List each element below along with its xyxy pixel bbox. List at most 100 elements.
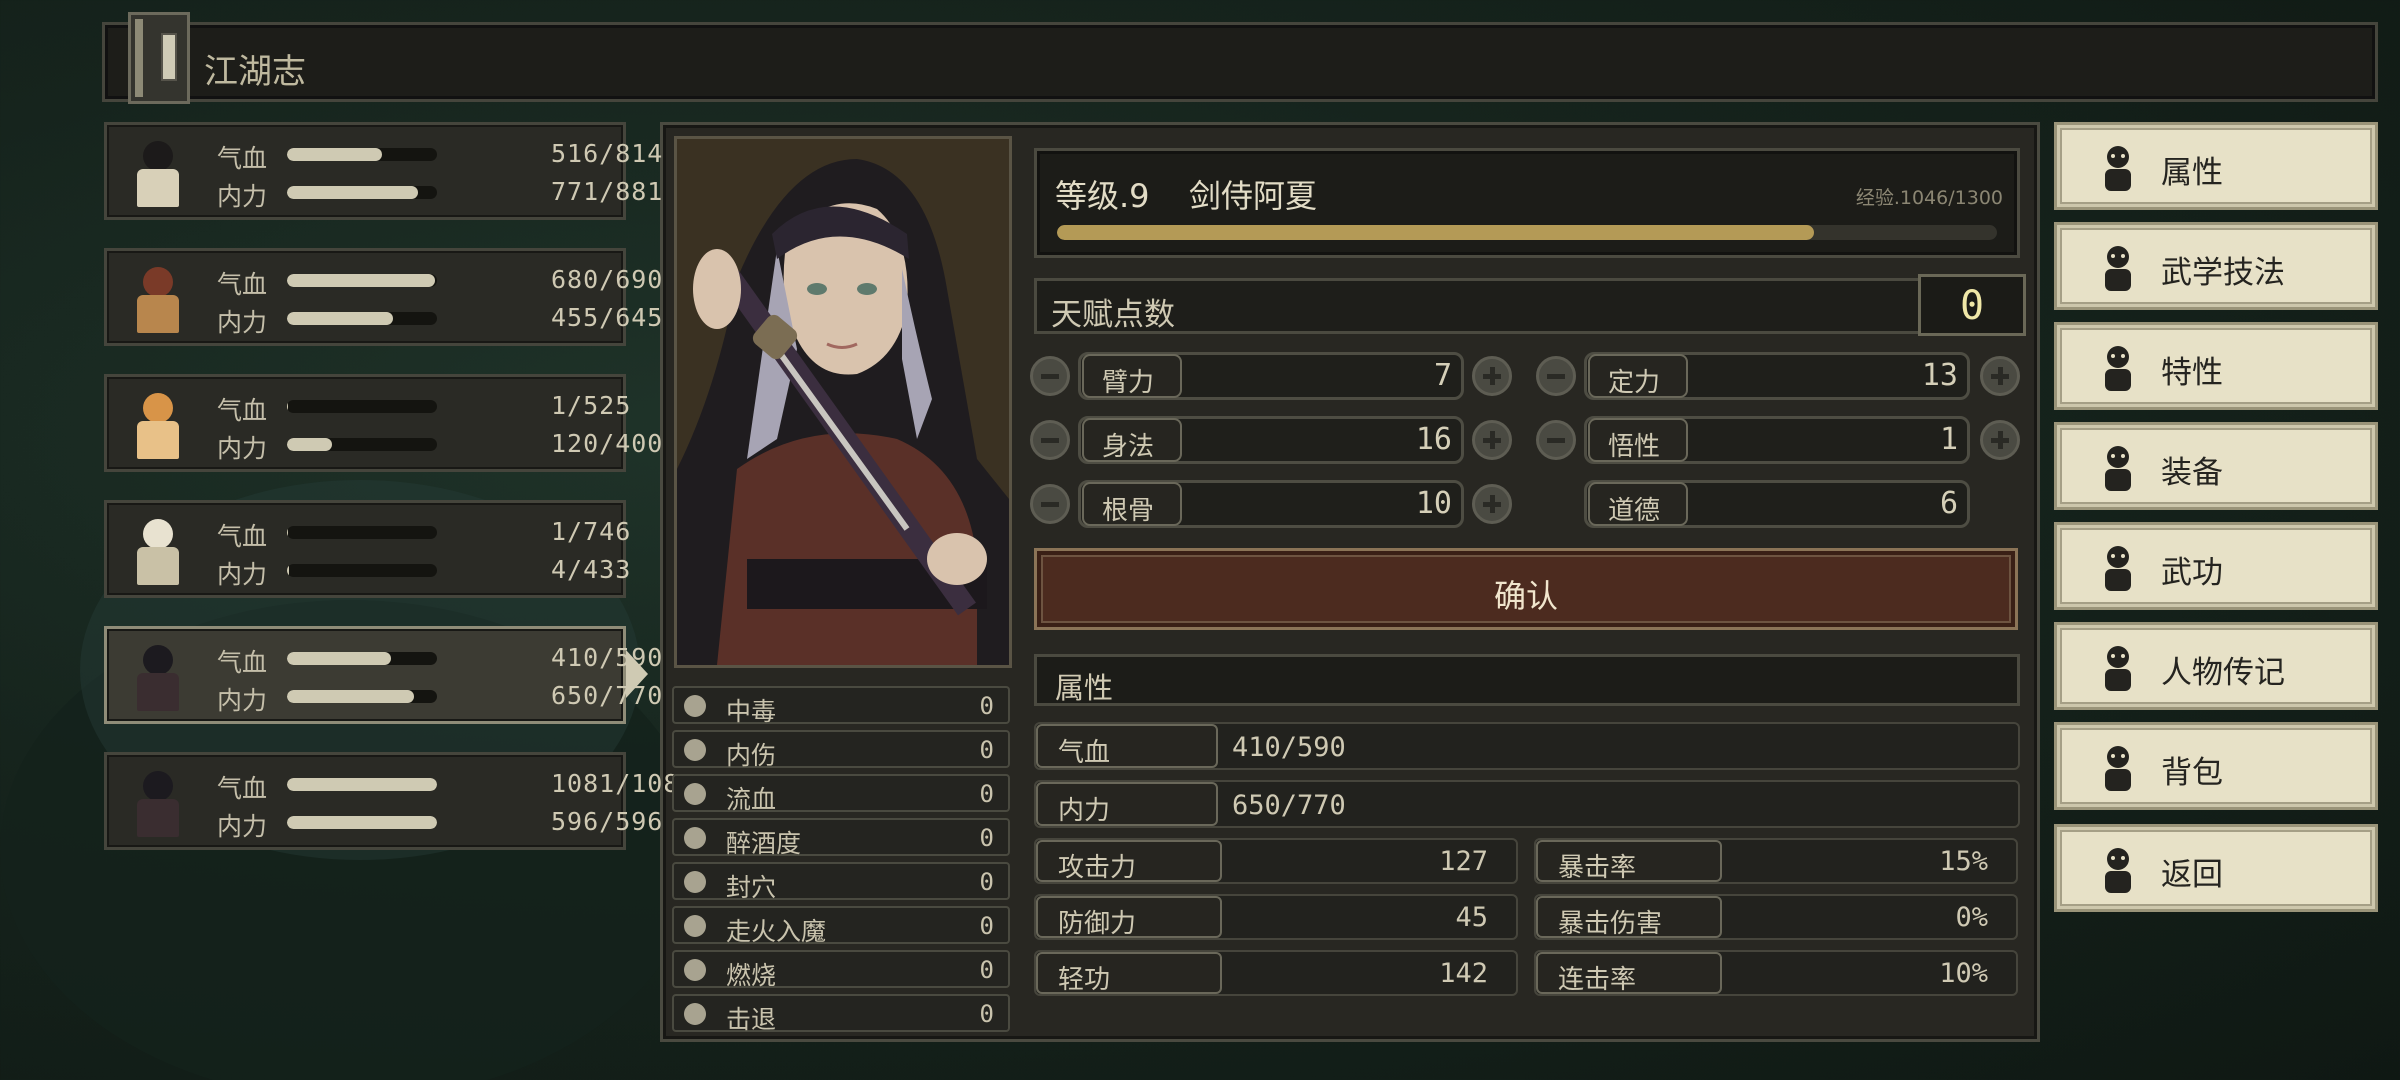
stat-crit-rate-row: 暴击率 15%: [1534, 838, 2018, 884]
mp-label: 内力: [217, 560, 268, 589]
agility-increase-button[interactable]: [1472, 420, 1512, 460]
stat-combo-rate-row: 连击率 10%: [1534, 950, 2018, 996]
talent-points-label: 天赋点数: [1051, 297, 1175, 333]
attribute-focus-value: 13: [1921, 358, 1958, 393]
book-icon: [128, 12, 190, 104]
mp-bar: [287, 186, 437, 199]
menu-button[interactable]: 返回: [2054, 824, 2378, 912]
status-effect-row: 中毒 0: [672, 686, 1010, 726]
talent-points-value-box: 0: [1918, 274, 2026, 336]
menu-button-label: 武学技法: [2161, 255, 2285, 291]
attribute-morality: 道德 6: [1540, 480, 1970, 528]
stat-qinggong-row: 轻功 142: [1034, 950, 1518, 996]
party-member-card[interactable]: 气血 410/590 内力 650/770: [104, 626, 662, 724]
hp-bar-fill: [287, 148, 383, 161]
confirm-button[interactable]: 确认: [1034, 548, 2018, 630]
party-member-card[interactable]: 气血 1/525 内力 120/400: [104, 374, 662, 472]
party-member-avatar: [119, 259, 195, 337]
talent-points-field: 天赋点数: [1034, 278, 2024, 334]
party-member-avatar: [119, 763, 195, 841]
party-member-card[interactable]: 气血 516/814 内力 771/881: [104, 122, 662, 220]
menu-button-label: 特性: [2161, 355, 2223, 391]
status-effect-value: 0: [979, 824, 994, 852]
strength-increase-button[interactable]: [1472, 356, 1512, 396]
stat-mp-value: 650/770: [1232, 790, 1346, 821]
mp-stat-row: 内力 120/400: [217, 429, 662, 463]
attribute-strength-value: 7: [1433, 358, 1452, 393]
party-member-avatar: [119, 385, 195, 463]
hp-bar-fill: [287, 274, 435, 287]
menu-button-label: 背包: [2161, 755, 2223, 791]
attribute-agility-label: 身法: [1102, 432, 1155, 462]
status-effect-value: 0: [979, 868, 994, 896]
stat-hp-value: 410/590: [1232, 732, 1346, 763]
attribute-constitution-value: 10: [1415, 486, 1452, 521]
stat-crit-damage-label: 暴击伤害: [1558, 909, 1663, 939]
hp-bar: [287, 778, 437, 791]
trait-icon: [2093, 341, 2143, 395]
insight-increase-button[interactable]: [1980, 420, 2020, 460]
mp-bar: [287, 816, 437, 829]
stat-defense-row: 防御力 45: [1034, 894, 1518, 940]
status-effect-label: 中毒: [726, 697, 777, 726]
menu-button[interactable]: 武功: [2054, 522, 2378, 610]
menu-button[interactable]: 属性: [2054, 122, 2378, 210]
menu-button-label: 返回: [2161, 857, 2223, 893]
experience-bar: [1057, 225, 1997, 240]
hp-bar: [287, 400, 437, 413]
status-effect-label: 走火入魔: [726, 917, 827, 946]
status-effect-value: 0: [979, 692, 994, 720]
menu-button[interactable]: 武学技法: [2054, 222, 2378, 310]
character-icon: [2093, 141, 2143, 195]
hp-stat-row: 气血 516/814: [217, 139, 662, 173]
menu-button[interactable]: 人物传记: [2054, 622, 2378, 710]
constitution-increase-button[interactable]: [1472, 484, 1512, 524]
menu-button[interactable]: 装备: [2054, 422, 2378, 510]
hp-value: 516/814: [551, 139, 664, 168]
attribute-strength-label: 臂力: [1102, 368, 1155, 398]
status-effect-label: 燃烧: [726, 961, 777, 990]
menu-button[interactable]: 特性: [2054, 322, 2378, 410]
selected-indicator-arrow: [626, 650, 648, 698]
attribute-constitution-label: 根骨: [1102, 496, 1155, 526]
flame-icon: [684, 959, 706, 981]
menu-button[interactable]: 背包: [2054, 722, 2378, 810]
menu-button-label: 武功: [2161, 555, 2223, 591]
mp-bar: [287, 438, 437, 451]
focus-increase-button[interactable]: [1980, 356, 2020, 396]
status-effect-row: 内伤 0: [672, 730, 1010, 770]
stat-crit-damage-row: 暴击伤害 0%: [1534, 894, 2018, 940]
party-member-card[interactable]: 气血 1/746 内力 4/433: [104, 500, 630, 598]
stat-combo-rate-label: 连击率: [1558, 965, 1637, 995]
hp-value: 1/746: [551, 517, 632, 546]
mp-value: 771/881: [551, 177, 664, 206]
demon-face-icon: [684, 915, 706, 937]
party-member-card[interactable]: 气血 1081/1081 内力 596/596: [104, 752, 694, 850]
status-effect-value: 0: [979, 956, 994, 984]
mp-bar: [287, 690, 437, 703]
attribute-constitution: 根骨 10: [1034, 480, 1464, 528]
stat-mp-label: 内力: [1058, 796, 1111, 826]
boot-icon: [684, 1003, 706, 1025]
mp-bar-fill: [287, 690, 414, 703]
party-member-card[interactable]: 气血 680/690 内力 455/645: [104, 248, 662, 346]
character-portrait: [674, 136, 1012, 668]
menu-button-label: 人物传记: [2161, 655, 2285, 691]
stat-attack-label: 攻击力: [1058, 853, 1137, 883]
door-icon: [2093, 843, 2143, 897]
hp-bar-fill: [287, 652, 392, 665]
attribute-insight: 悟性 1: [1540, 416, 1970, 464]
hp-label: 气血: [217, 648, 268, 677]
mp-stat-row: 内力 771/881: [217, 177, 662, 211]
mp-value: 120/400: [551, 429, 664, 458]
drunk-face-icon: [684, 827, 706, 849]
stat-crit-damage-value: 0%: [1955, 902, 1988, 933]
status-effect-label: 流血: [726, 785, 777, 814]
status-effect-row: 燃烧 0: [672, 950, 1010, 990]
portrait-illustration: [677, 139, 1009, 665]
hp-bar: [287, 274, 437, 287]
hp-bar: [287, 652, 437, 665]
status-effect-value: 0: [979, 912, 994, 940]
experience-text: 经验.1046/1300: [1855, 187, 2003, 209]
sword-icon: [2093, 441, 2143, 495]
